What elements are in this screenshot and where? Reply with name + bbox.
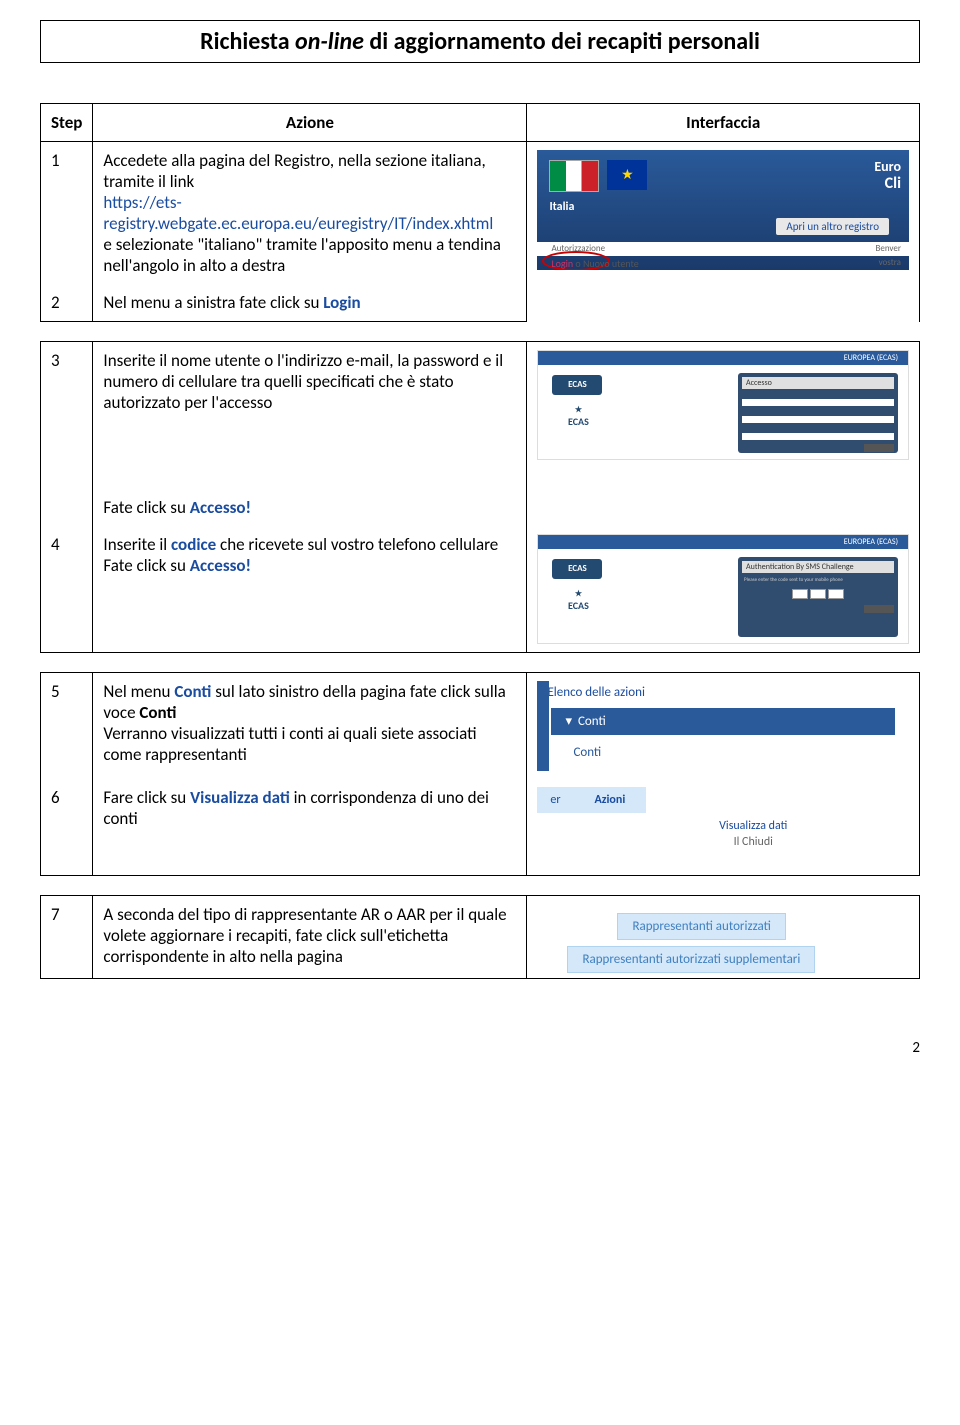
- steps-table: Step Azione Interfaccia 1 Accedete alla …: [40, 103, 920, 979]
- step-7-action: A seconda del tipo di rappresentante AR …: [93, 896, 527, 979]
- ecas-password-input[interactable]: [742, 416, 894, 423]
- header-step: Step: [41, 104, 93, 142]
- step-2-num: 2: [41, 284, 93, 322]
- page-number: 2: [40, 1039, 920, 1057]
- registry-link[interactable]: https://ets-registry.webgate.ec.europa.e…: [103, 192, 493, 234]
- ecas-username-input[interactable]: [742, 399, 894, 406]
- ecas-accesso-label: Accesso: [742, 377, 894, 389]
- nuovo-utente-link[interactable]: Nuovo utente: [583, 257, 639, 270]
- italia-label: Italia: [549, 200, 574, 214]
- step-1-action: Accedete alla pagina del Registro, nella…: [93, 142, 527, 285]
- step-3-interf: EUROPEA (ECAS) ECAS ECAS Accesso: [527, 342, 920, 469]
- benv-text: Benver: [875, 243, 901, 254]
- step-1-2-interf: ★ Italia Euro Cli Apri un altro registro…: [527, 142, 920, 322]
- ecas-login-form: Accesso: [738, 373, 898, 453]
- step-5-num: 5: [41, 673, 93, 780]
- mock-ecas-login: EUROPEA (ECAS) ECAS ECAS Accesso: [537, 350, 909, 460]
- mock-table-azioni: er Azioni Visualizza dati Il Chiudi: [537, 787, 909, 867]
- step-6-interf: er Azioni Visualizza dati Il Chiudi: [527, 779, 920, 876]
- col-azioni: Azioni: [573, 787, 646, 813]
- ecas-topbar-2: EUROPEA (ECAS): [538, 535, 908, 549]
- sms-code-input-1[interactable]: [792, 589, 808, 599]
- mock-italia-banner: ★ Italia Euro Cli Apri un altro registro…: [537, 150, 909, 270]
- ecas-badge-icon-2: ECAS: [548, 589, 608, 624]
- ecas-sms-form: Authentication By SMS Challenge Please e…: [738, 557, 898, 637]
- ecas-mobile-input[interactable]: [742, 433, 894, 440]
- step-1-num: 1: [41, 142, 93, 285]
- login-link[interactable]: Login: [551, 257, 573, 270]
- header-azione: Azione: [93, 104, 527, 142]
- step-4-interf: EUROPEA (ECAS) ECAS ECAS Authentication …: [527, 526, 920, 653]
- step-6-action: Fare click su Visualizza dati in corrisp…: [93, 779, 527, 876]
- visualizza-dati-link[interactable]: Visualizza dati: [719, 819, 787, 833]
- ecas-topbar: EUROPEA (ECAS): [538, 351, 908, 365]
- page-title-box: Richiesta on-line di aggiornamento dei r…: [40, 20, 920, 63]
- cli-text: Cli: [885, 174, 901, 193]
- mock-conti-menu: Elenco delle azioni Conti Conti: [537, 681, 909, 771]
- login-link-row: Login o Nuovo utente: [551, 257, 638, 270]
- step-7-num: 7: [41, 896, 93, 979]
- ecas-logo-icon-2: ECAS: [552, 559, 602, 579]
- ecas-submit-button[interactable]: [864, 444, 894, 452]
- elenco-azioni-header: Elenco delle azioni: [537, 681, 909, 704]
- step-5-action: Nel menu Conti sul lato sinistro della p…: [93, 673, 527, 780]
- sms-code-input-3[interactable]: [828, 589, 844, 599]
- mock-ecas-sms: EUROPEA (ECAS) ECAS ECAS Authentication …: [537, 534, 909, 644]
- step-3-num: 3: [41, 342, 93, 469]
- page-title: Richiesta on-line di aggiornamento dei r…: [51, 27, 909, 56]
- apri-altro-registro-button[interactable]: Apri un altro registro: [776, 218, 889, 235]
- step-6-num: 6: [41, 779, 93, 876]
- step-2-action: Nel menu a sinistra fate click su Login: [93, 284, 527, 322]
- italy-flag-icon: [549, 160, 599, 192]
- sms-auth-label: Authentication By SMS Challenge: [742, 561, 894, 573]
- sms-code-input-2[interactable]: [810, 589, 826, 599]
- col-er: er: [537, 787, 573, 813]
- header-interfaccia: Interfaccia: [527, 104, 920, 142]
- euro-text: Euro: [874, 158, 901, 175]
- mock-rapp-tabs: Rappresentanti autorizzati Rappresentant…: [537, 904, 909, 970]
- rapp-autorizzati-supp-tab[interactable]: Rappresentanti autorizzati supplementari: [567, 946, 815, 973]
- chiudi-text: Il Chiudi: [734, 835, 773, 849]
- step-4-num: 4: [41, 526, 93, 653]
- ecas-sms-submit-button[interactable]: [864, 605, 894, 613]
- step-3b-action: Fate click su Accesso!: [93, 468, 527, 526]
- rapp-autorizzati-tab[interactable]: Rappresentanti autorizzati: [617, 913, 785, 940]
- vos-text: vostra: [879, 257, 901, 268]
- step-3b-num: [41, 468, 93, 526]
- step-7-interf: Rappresentanti autorizzati Rappresentant…: [527, 896, 920, 979]
- step-4-action: Inserite il codice che ricevete sul vost…: [93, 526, 527, 653]
- eu-flag-icon: ★: [607, 160, 647, 190]
- conti-menu-header[interactable]: Conti: [551, 708, 895, 735]
- conti-menu-item[interactable]: Conti: [551, 739, 895, 766]
- step-5-interf: Elenco delle azioni Conti Conti: [527, 673, 920, 780]
- ecas-logo-icon: ECAS: [552, 375, 602, 395]
- ecas-badge-icon: ECAS: [548, 405, 608, 440]
- step-3-action: Inserite il nome utente o l'indirizzo e-…: [93, 342, 527, 469]
